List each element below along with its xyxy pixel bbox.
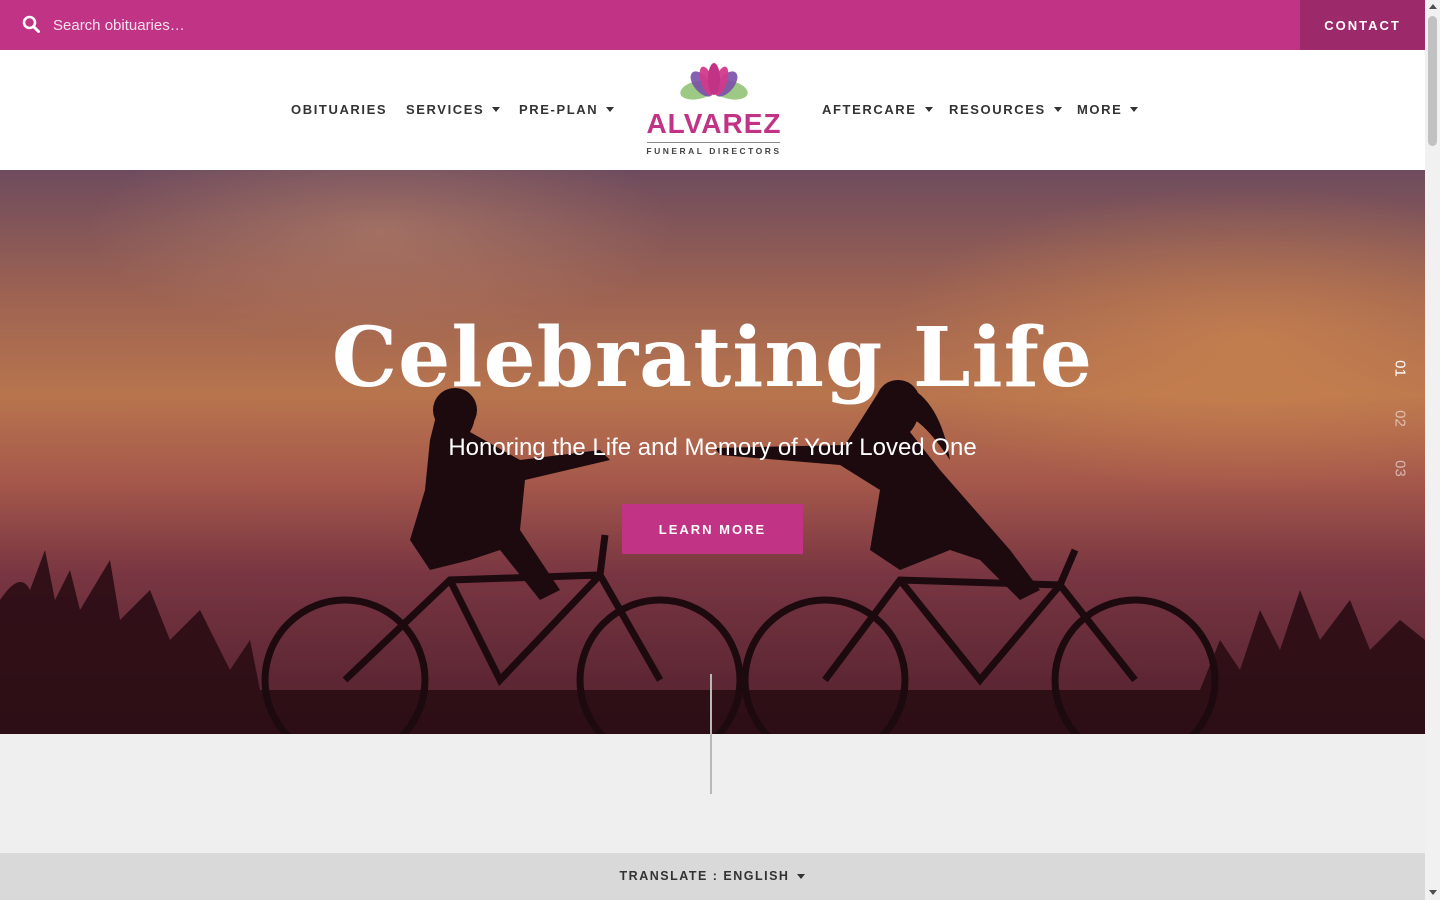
learn-more-button[interactable]: LEARN MORE xyxy=(622,504,803,554)
search-icon[interactable] xyxy=(22,15,40,33)
scroll-down-indicator xyxy=(710,674,712,794)
nav-item-resources[interactable]: RESOURCES xyxy=(949,102,1062,117)
caret-down-icon xyxy=(1130,107,1139,112)
nav-item-label: AFTERCARE xyxy=(822,102,917,117)
main-navigation: OBITUARIES SERVICES PRE-PLAN ALVAREZ FUN… xyxy=(0,50,1425,170)
slide-indicator-02[interactable]: 02 xyxy=(1392,408,1409,430)
scroll-up-arrow-icon[interactable] xyxy=(1429,4,1437,9)
caret-down-icon xyxy=(492,107,501,112)
caret-down-icon xyxy=(1053,107,1062,112)
hero-slider: Celebrating Life Honoring the Life and M… xyxy=(0,170,1425,734)
lotus-icon xyxy=(680,63,748,100)
nav-item-label: SERVICES xyxy=(406,102,485,117)
nav-item-more[interactable]: MORE xyxy=(1077,102,1139,117)
scroll-down-arrow-icon[interactable] xyxy=(1429,890,1437,895)
logo-divider xyxy=(647,142,780,143)
translate-dropdown[interactable]: TRANSLATE : ENGLISH xyxy=(0,869,1425,883)
logo[interactable]: ALVAREZ FUNERAL DIRECTORS xyxy=(640,62,788,162)
nav-item-services[interactable]: SERVICES xyxy=(406,102,501,117)
hero-title: Celebrating Life xyxy=(331,310,1094,406)
nav-item-obituaries[interactable]: OBITUARIES xyxy=(291,102,387,117)
hero-subtitle: Honoring the Life and Memory of Your Lov… xyxy=(448,434,977,461)
search-obituaries-input[interactable] xyxy=(44,9,604,41)
nav-item-label: PRE-PLAN xyxy=(519,102,599,117)
nav-item-aftercare[interactable]: AFTERCARE xyxy=(822,102,933,117)
nav-item-label: RESOURCES xyxy=(949,102,1046,117)
nav-item-label: MORE xyxy=(1077,102,1123,117)
logo-name: ALVAREZ xyxy=(646,108,782,139)
top-search-bar: CONTACT xyxy=(0,0,1425,50)
slide-indicator-01[interactable]: 01 xyxy=(1392,358,1409,380)
scrollbar-thumb[interactable] xyxy=(1428,16,1437,146)
caret-down-icon xyxy=(924,107,933,112)
nav-item-pre-plan[interactable]: PRE-PLAN xyxy=(519,102,615,117)
nav-item-label: OBITUARIES xyxy=(291,102,388,117)
translate-label: TRANSLATE : ENGLISH xyxy=(619,869,790,883)
caret-down-icon xyxy=(797,873,806,879)
contact-button[interactable]: CONTACT xyxy=(1300,0,1425,50)
caret-down-icon xyxy=(606,107,615,112)
page-scrollbar[interactable] xyxy=(1425,0,1440,900)
logo-subtitle: FUNERAL DIRECTORS xyxy=(646,146,782,156)
slide-indicator-03[interactable]: 03 xyxy=(1392,458,1409,480)
translate-bar: TRANSLATE : ENGLISH xyxy=(0,853,1425,900)
